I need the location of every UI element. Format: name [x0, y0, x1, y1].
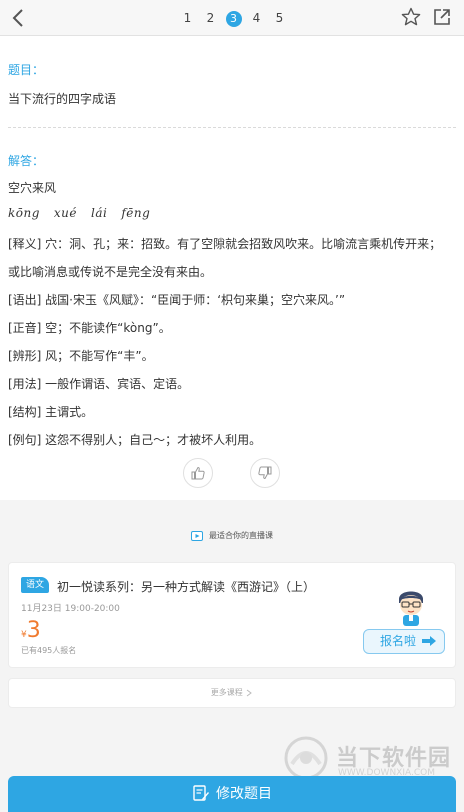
page-3-button[interactable]: 3	[222, 8, 245, 28]
enrolled-count: 已有495人报名	[21, 646, 77, 655]
page-3-label: 3	[225, 11, 242, 27]
pinyin-syllable: fēng	[121, 206, 151, 220]
signup-button[interactable]: 报名啦	[363, 629, 445, 654]
question-text: 当下流行的四字成语	[8, 92, 117, 106]
edit-icon	[193, 784, 209, 801]
live-section-title: 最适合你的直播课	[209, 531, 273, 540]
share-icon[interactable]	[432, 7, 452, 27]
chevron-right-icon	[246, 689, 253, 696]
answer-pronunciation: [正音] 空；不能读作“kòng”。	[8, 321, 171, 335]
price-amount: 3	[26, 618, 41, 643]
edit-question-button[interactable]: 修改题目	[8, 776, 456, 812]
question-content: 题目： 当下流行的四字成语 解答： 空穴来风 kōng xué lái fēng [释…	[0, 36, 464, 500]
top-bar: 1 2 3 4 5	[0, 0, 464, 36]
like-button[interactable]	[183, 458, 213, 488]
answer-example: [例句] 这怨不得别人；自己～；才被坏人利用。	[8, 433, 262, 447]
edit-question-label: 修改题目	[216, 786, 272, 802]
page-1-button[interactable]: 1	[176, 8, 199, 28]
divider	[8, 127, 456, 128]
answer-meaning: [释义] 穴：洞、孔；来：招致。有了空隙就会招致风吹来。比喻流言乘机传开来；	[8, 237, 442, 251]
arrow-right-icon	[422, 636, 436, 646]
answer-form: [辨形] 风；不能写作“丰”。	[8, 349, 154, 363]
answer-pinyin: kōng xué lái fēng	[8, 206, 164, 220]
answer-structure: [结构] 主谓式。	[8, 405, 94, 419]
answer-label: 解答：	[8, 154, 45, 168]
answer-idiom: 空穴来风	[8, 181, 57, 195]
subject-badge: 语文	[21, 577, 49, 593]
thumbs-down-icon	[258, 466, 272, 480]
star-icon[interactable]	[401, 7, 421, 27]
page-4-button[interactable]: 4	[245, 8, 268, 28]
dislike-button[interactable]	[250, 458, 280, 488]
question-label: 题目：	[8, 63, 45, 77]
answer-source: [语出] 战国·宋玉《风赋》：“臣闻于师：‘枳句来巢；空穴来风。’”	[8, 293, 346, 307]
course-price: ¥3	[21, 618, 41, 643]
back-icon[interactable]	[8, 6, 30, 30]
more-courses-link[interactable]: 更多课程	[8, 678, 456, 708]
pinyin-syllable: lái	[91, 206, 108, 220]
page-2-button[interactable]: 2	[199, 8, 222, 28]
course-time: 11月23日 19:00-20:00	[21, 604, 120, 614]
course-card[interactable]: 语文 初一悦读系列：另一种方式解读《西游记》（上） 11月23日 19:00-2…	[8, 562, 456, 668]
answer-meaning-cont: 或比喻消息或传说不是完全没有来由。	[8, 265, 213, 279]
more-courses-label: 更多课程	[210, 688, 243, 697]
question-pager: 1 2 3 4 5	[176, 8, 291, 28]
course-title: 初一悦读系列：另一种方式解读《西游记》（上）	[57, 580, 316, 594]
pinyin-syllable: kōng	[8, 206, 40, 220]
page-5-button[interactable]: 5	[268, 8, 291, 28]
thumbs-up-icon	[191, 466, 205, 480]
watermark-logo-icon	[284, 736, 328, 780]
answer-usage: [用法] 一般作谓语、宾语、定语。	[8, 377, 190, 391]
signup-label: 报名啦	[380, 634, 417, 648]
play-icon	[191, 530, 203, 541]
pinyin-syllable: xué	[53, 206, 78, 220]
live-section-header: 最适合你的直播课	[0, 530, 464, 541]
mascot-avatar	[399, 591, 423, 626]
